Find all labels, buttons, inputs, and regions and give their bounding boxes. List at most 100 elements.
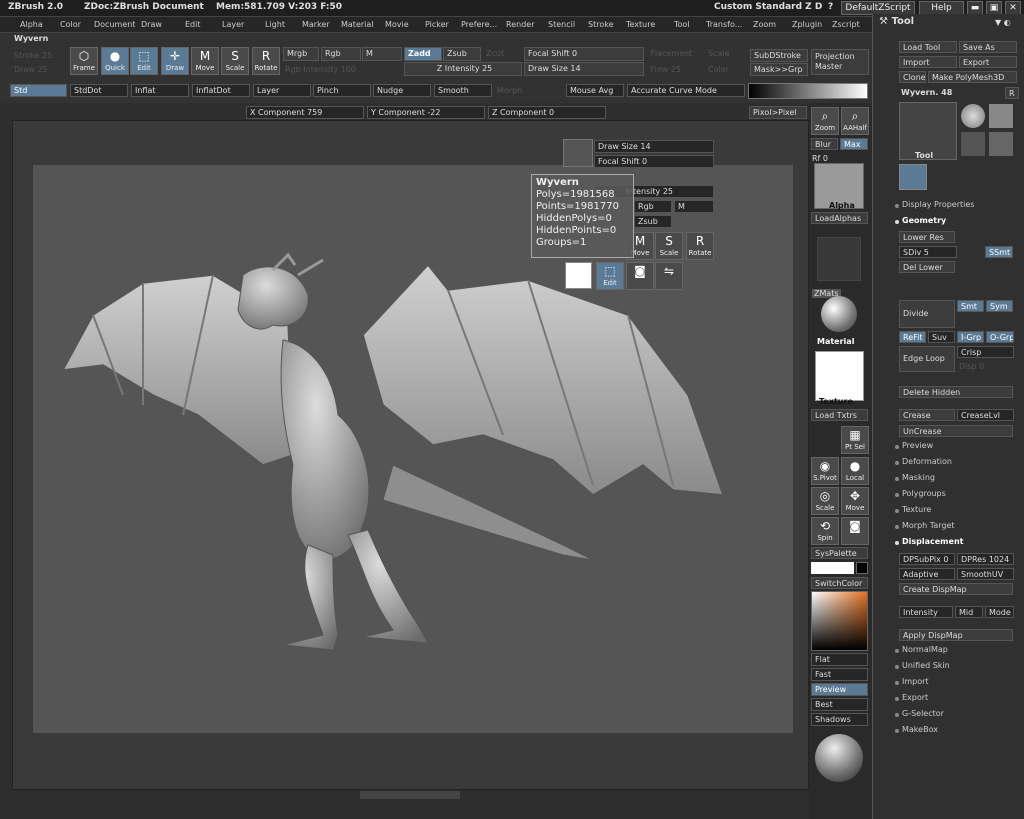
camera-button[interactable]: ◙ [626, 262, 654, 290]
apply-dispmap-button[interactable]: Apply DispMap [899, 629, 1013, 641]
sphere3d-tool-icon[interactable] [961, 104, 985, 128]
mode-button[interactable]: Mode [985, 606, 1014, 618]
delete-hidden-button[interactable]: Delete Hidden [899, 386, 1013, 398]
menu-stroke[interactable]: Stroke [588, 20, 614, 29]
color-gradient-slider[interactable] [748, 83, 868, 99]
texture-thumbnail[interactable] [815, 351, 864, 401]
float-zsub[interactable]: Zsub [634, 215, 672, 228]
subdstroke-button[interactable]: SubDStroke [750, 49, 808, 62]
brush-std[interactable]: Std [10, 84, 67, 97]
projection-master-button[interactable]: Projection Master [811, 49, 869, 75]
menu-stencil[interactable]: Stencil [548, 20, 575, 29]
material-sphere[interactable] [821, 296, 857, 332]
adaptive-button[interactable]: Adaptive [899, 568, 955, 580]
menu-draw[interactable]: Draw [141, 20, 162, 29]
float-edit-button[interactable]: ⬚ Edit [596, 262, 624, 290]
rotate-button[interactable]: R Rotate [252, 47, 280, 75]
main-color-swatch[interactable] [811, 562, 854, 574]
section-polygroups[interactable]: Polygroups [902, 489, 946, 498]
save-as-button[interactable]: Save As [959, 41, 1017, 53]
material-button[interactable]: Material [817, 337, 854, 346]
sdiv-slider[interactable]: SDiv 5 [899, 246, 957, 258]
secondary-color-swatch[interactable] [856, 562, 868, 574]
menu-texture[interactable]: Texture [626, 20, 655, 29]
mask-grp-button[interactable]: Mask>>Grp [750, 63, 808, 76]
igrp-button[interactable]: I-Grp [957, 331, 984, 343]
maximize-icon[interactable]: ▣ [986, 1, 1002, 15]
zoom-button[interactable]: ⌕ Zoom [811, 107, 839, 135]
section-displacement[interactable]: Displacement [902, 537, 963, 546]
make-polymesh-button[interactable]: Make PolyMesh3D [928, 71, 1017, 83]
local-button[interactable]: ● Local [841, 457, 869, 485]
crease-button[interactable]: Crease [899, 409, 955, 421]
max-button[interactable]: Max [840, 138, 868, 150]
load-alphas-button[interactable]: LoadAlphas [811, 212, 868, 224]
brush-smooth[interactable]: Smooth [434, 84, 492, 97]
refit-button[interactable]: ReFit [899, 331, 926, 343]
brush-inflat[interactable]: Inflat [131, 84, 189, 97]
intensity-slider[interactable]: Intensity [899, 606, 953, 618]
menu-picker[interactable]: Picker [425, 20, 449, 29]
mid-slider[interactable]: Mid [955, 606, 983, 618]
menu-movie[interactable]: Movie [385, 20, 409, 29]
blur-button[interactable]: Blur [811, 138, 838, 150]
section-preview[interactable]: Preview [902, 441, 933, 450]
export-tool-button[interactable]: Export [959, 56, 1017, 68]
menu-document[interactable]: Document [94, 20, 135, 29]
menu-edit[interactable]: Edit [185, 20, 201, 29]
switch-color-button[interactable]: SwitchColor [811, 577, 868, 589]
edit-button[interactable]: ⬚ Edit [130, 47, 158, 75]
canvas-scroll-handle[interactable] [360, 791, 460, 799]
brush-stddot[interactable]: StdDot [70, 84, 128, 97]
rgb-button[interactable]: Rgb [321, 47, 361, 61]
menu-layer[interactable]: Layer [222, 20, 244, 29]
float-rotate-button[interactable]: R Rotate [686, 232, 714, 260]
focal-shift-slider[interactable]: Focal Shift 0 [524, 47, 644, 61]
x-component-slider[interactable]: X Component 759 [246, 106, 364, 119]
menu-light[interactable]: Light [265, 20, 285, 29]
menu-tool[interactable]: Tool [674, 20, 690, 29]
light-sphere[interactable] [815, 734, 863, 782]
section-texture[interactable]: Texture [902, 505, 931, 514]
brush-pinch[interactable]: Pinch [313, 84, 371, 97]
help-button[interactable]: Help [919, 1, 964, 15]
pixol-pixel-button[interactable]: Pixol>Pixel [749, 106, 807, 119]
section-deformation[interactable]: Deformation [902, 457, 952, 466]
mirror-button[interactable]: ⇋ [655, 262, 683, 290]
creaselvl-slider[interactable]: CreaseLvl [957, 409, 1014, 421]
wyvern-tool-icon[interactable] [899, 164, 927, 190]
float-draw-size[interactable]: Draw Size 14 [594, 140, 714, 153]
section-geometry[interactable]: Geometry [902, 216, 946, 225]
brush-thumbnail[interactable] [563, 139, 593, 167]
float-color-swatch[interactable] [565, 262, 592, 289]
tool-r-button[interactable]: R [1005, 87, 1019, 99]
menu-marker[interactable]: Marker [302, 20, 330, 29]
section-display-properties[interactable]: Display Properties [902, 200, 974, 209]
brush-inflatdot[interactable]: InflatDot [192, 84, 250, 97]
draw-button[interactable]: ✛ Draw [161, 47, 189, 75]
del-lower-button[interactable]: Del Lower [899, 261, 955, 273]
render-preview-button[interactable]: Preview [811, 683, 868, 696]
section-masking[interactable]: Masking [902, 473, 935, 482]
render-best-button[interactable]: Best [811, 698, 868, 711]
y-component-slider[interactable]: Y Component -22 [367, 106, 485, 119]
move-button[interactable]: M Move [191, 47, 219, 75]
smoothuv-button[interactable]: SmoothUV [957, 568, 1014, 580]
divide-button[interactable]: Divide [899, 300, 955, 328]
menu-zscript[interactable]: Zscript [832, 20, 860, 29]
float-scale-button[interactable]: S Scale [655, 232, 683, 260]
clone-button[interactable]: Clone [899, 71, 926, 83]
float-m[interactable]: M [674, 200, 714, 213]
section-makebox[interactable]: MakeBox [902, 725, 938, 734]
scale-button[interactable]: S Scale [221, 47, 249, 75]
draw-size-slider[interactable]: Draw Size 14 [524, 62, 644, 76]
menu-alpha[interactable]: Alpha [20, 20, 43, 29]
menu-zplugin[interactable]: Zplugin [792, 20, 822, 29]
shelf-scale-button[interactable]: ◎ Scale [811, 487, 839, 515]
dpres-slider[interactable]: DPRes 1024 [957, 553, 1014, 565]
close-icon[interactable]: ✕ [1005, 1, 1021, 15]
z-component-slider[interactable]: Z Component 0 [488, 106, 606, 119]
help-question[interactable]: ? [828, 2, 833, 12]
create-dispmap-button[interactable]: Create DispMap [899, 583, 1013, 595]
ptsel-button[interactable]: ▦ Pt Sel [841, 426, 869, 454]
